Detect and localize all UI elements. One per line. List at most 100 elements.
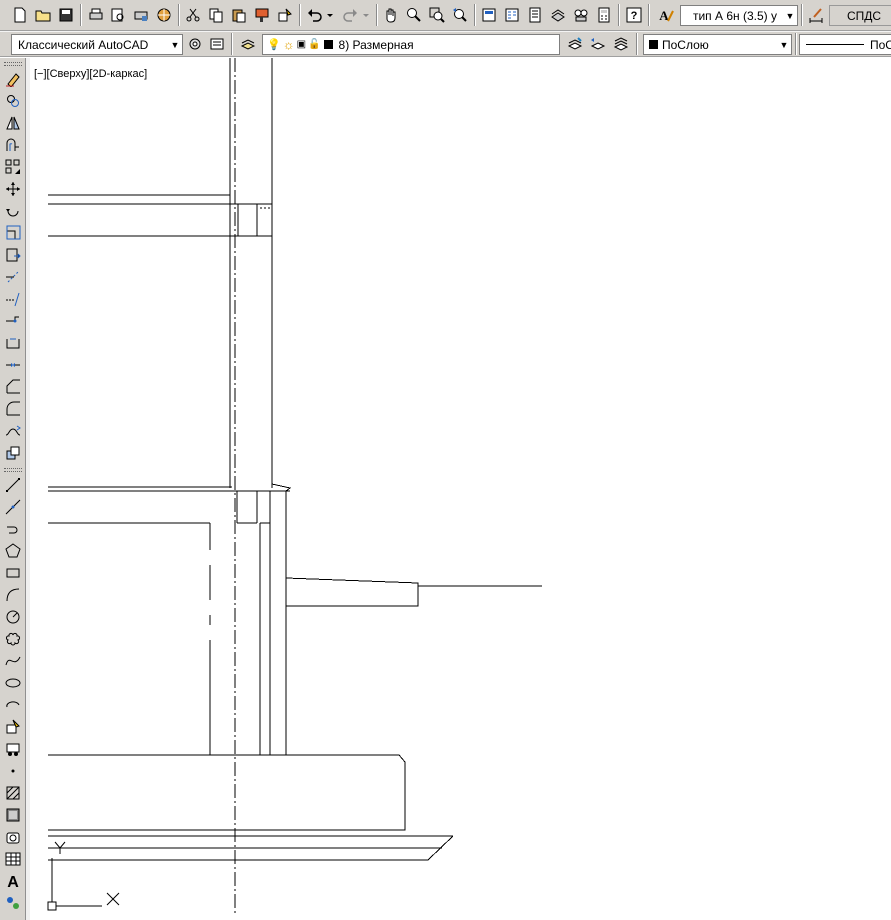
copy-icon[interactable] [206, 5, 226, 25]
circle-icon[interactable] [3, 607, 22, 626]
color-combo[interactable]: ПоСлою ▼ [643, 34, 792, 55]
chevron-down-icon: ▼ [170, 39, 180, 50]
trim-icon[interactable] [3, 267, 22, 286]
help-icon[interactable]: ? [624, 5, 644, 25]
ellipse-arc-icon[interactable] [3, 695, 22, 714]
undo-dropdown-icon[interactable] [324, 5, 336, 25]
modify-draw-toolbar: A [0, 58, 26, 920]
layer-properties-manager-icon[interactable] [238, 34, 258, 54]
spline-icon[interactable] [3, 651, 22, 670]
polyline-icon[interactable] [3, 519, 22, 538]
open-folder-icon[interactable] [33, 5, 53, 25]
layer-lock-icon: 🔓 [308, 39, 321, 50]
ellipse-icon[interactable] [3, 673, 22, 692]
design-center-icon[interactable] [502, 5, 522, 25]
layer-previous-icon[interactable] [588, 34, 608, 54]
text-style-combo[interactable]: тип А 6н (3.5) у ▼ [680, 5, 798, 26]
layer-color-swatch [323, 40, 333, 49]
properties-icon[interactable] [479, 5, 499, 25]
chamfer-icon[interactable] [3, 377, 22, 396]
standard-toolbar: ? A тип А 6н (3.5) у ▼ СПДС [0, 0, 891, 31]
linetype-value: ПоСл [870, 37, 891, 52]
stretch-icon[interactable] [3, 245, 22, 264]
revision-cloud-icon[interactable] [3, 629, 22, 648]
rectangle-icon[interactable] [3, 563, 22, 582]
join-icon[interactable] [3, 355, 22, 374]
plot-preview-icon[interactable] [108, 5, 128, 25]
save-icon[interactable] [56, 5, 76, 25]
viewport-label[interactable]: [−][Сверху][2D-каркас] [34, 68, 147, 80]
drawing-canvas[interactable] [30, 58, 891, 920]
dimension-style-icon[interactable] [806, 5, 826, 25]
text-style-icon[interactable]: A [656, 5, 676, 25]
linetype-preview [806, 44, 864, 45]
spds-button[interactable]: СПДС [829, 5, 891, 26]
make-object-layer-current-icon[interactable] [565, 34, 585, 54]
linetype-combo[interactable]: ПоСл [799, 34, 891, 55]
svg-text:?: ? [631, 10, 638, 22]
print-icon[interactable] [86, 5, 106, 25]
3d-dwf-icon[interactable] [154, 5, 174, 25]
markup-set-icon[interactable] [571, 5, 591, 25]
workspace-value: Классический AutoCAD [18, 37, 149, 52]
layer-freeze-sun-icon: ☼ [282, 37, 295, 52]
copy-object-icon[interactable] [3, 91, 22, 110]
undo-icon[interactable] [305, 5, 325, 25]
calculator-icon[interactable] [594, 5, 614, 25]
tool-palettes-icon[interactable] [525, 5, 545, 25]
drawing-geometry [47, 58, 542, 916]
line-icon[interactable] [3, 475, 22, 494]
make-block-icon[interactable] [3, 739, 22, 758]
zoom-realtime-icon[interactable] [404, 5, 424, 25]
color-swatch [649, 40, 658, 49]
hatch-icon[interactable] [3, 783, 22, 802]
move-icon[interactable] [3, 179, 22, 198]
sheet-set-icon[interactable] [548, 5, 568, 25]
spds-label: СПДС [846, 8, 882, 23]
array-icon[interactable] [3, 157, 22, 176]
mirror-icon[interactable] [3, 113, 22, 132]
pan-icon[interactable] [381, 5, 401, 25]
offset-icon[interactable] [3, 135, 22, 154]
explode-icon[interactable] [3, 443, 22, 462]
layer-value: 8) Размерная [338, 37, 414, 52]
table-icon[interactable] [3, 849, 22, 868]
fillet-icon[interactable] [3, 399, 22, 418]
blend-curves-icon[interactable] [3, 421, 22, 440]
workspace-combo[interactable]: Классический AutoCAD ▼ [11, 34, 183, 55]
layer-combo[interactable]: 💡 ☼ ▣ 🔓 8) Размерная [262, 34, 560, 55]
match-properties-icon[interactable] [252, 5, 272, 25]
zoom-window-icon[interactable] [427, 5, 447, 25]
layers-toolbar: Классический AutoCAD ▼ 💡 ☼ ▣ 🔓 8) Размер… [0, 31, 891, 57]
point-icon[interactable] [3, 761, 22, 780]
layer-states-icon[interactable] [611, 34, 631, 54]
break-at-point-icon[interactable] [3, 311, 22, 330]
redo-icon[interactable] [340, 5, 360, 25]
paste-icon[interactable] [229, 5, 249, 25]
publish-icon[interactable] [131, 5, 151, 25]
text-style-value: тип А 6н (3.5) у [692, 8, 777, 23]
layer-viewport-freeze-icon: ▣ [296, 39, 307, 50]
workspace-settings-gear-icon[interactable] [185, 34, 205, 54]
new-file-icon[interactable] [10, 5, 30, 25]
block-editor-icon[interactable] [275, 5, 295, 25]
redo-dropdown-icon[interactable] [360, 5, 372, 25]
gradient-icon[interactable] [3, 805, 22, 824]
zoom-previous-icon[interactable] [450, 5, 470, 25]
chevron-down-icon: ▼ [779, 39, 789, 50]
cut-icon[interactable] [183, 5, 203, 25]
insert-block-icon[interactable] [3, 717, 22, 736]
workspace-options-icon[interactable] [207, 34, 227, 54]
polygon-icon[interactable] [3, 541, 22, 560]
chevron-down-icon: ▼ [785, 10, 795, 21]
break-icon[interactable] [3, 333, 22, 352]
construction-line-icon[interactable] [3, 497, 22, 516]
rotate-icon[interactable] [3, 201, 22, 220]
scale-icon[interactable] [3, 223, 22, 242]
extend-icon[interactable] [3, 289, 22, 308]
add-selected-icon[interactable] [3, 893, 22, 912]
region-icon[interactable] [3, 827, 22, 846]
arc-icon[interactable] [3, 585, 22, 604]
erase-icon[interactable] [3, 69, 22, 88]
multiline-text-icon[interactable]: A [3, 871, 22, 890]
